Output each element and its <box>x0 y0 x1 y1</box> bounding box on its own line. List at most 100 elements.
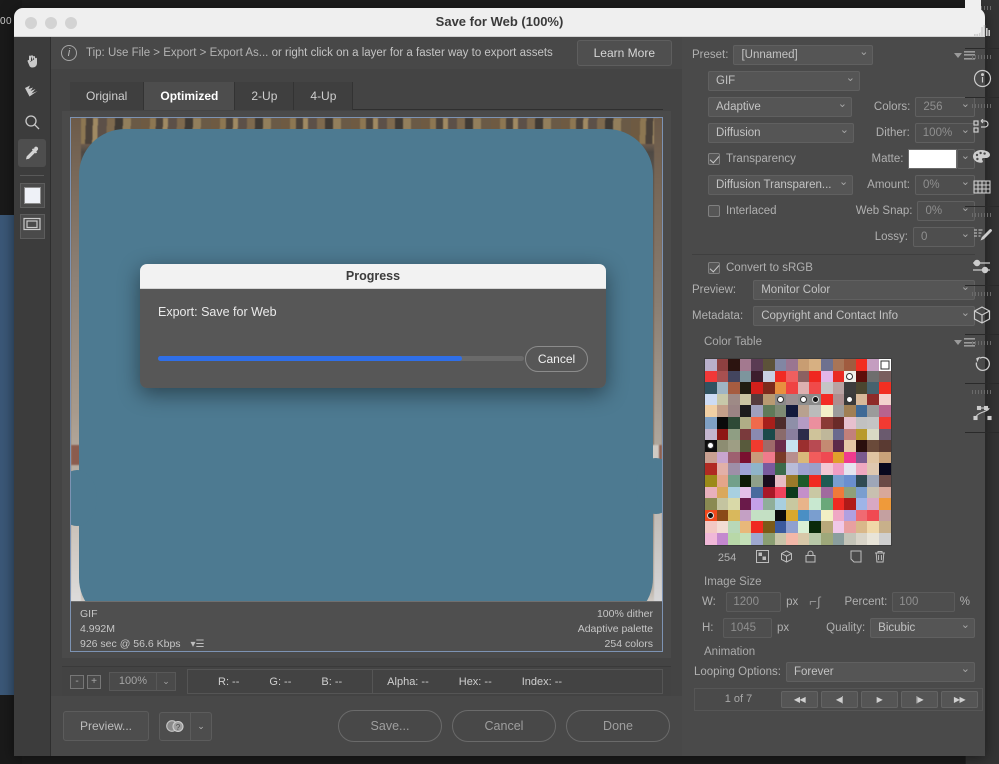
color-swatch[interactable] <box>751 498 763 510</box>
color-swatch[interactable] <box>751 486 763 499</box>
zoom-in-button[interactable]: + <box>87 674 101 689</box>
color-swatch[interactable] <box>705 521 717 533</box>
color-swatch[interactable] <box>809 382 821 394</box>
color-swatch[interactable] <box>855 416 868 429</box>
color-swatch[interactable] <box>751 370 763 383</box>
color-swatch[interactable] <box>705 370 717 383</box>
color-swatch[interactable] <box>844 486 856 499</box>
color-swatch[interactable] <box>867 359 879 371</box>
color-swatch[interactable] <box>809 440 821 452</box>
color-swatch[interactable] <box>774 509 787 522</box>
learn-more-button[interactable]: Learn More <box>576 40 672 66</box>
file-format-select[interactable]: GIF <box>708 71 860 91</box>
rail-grip[interactable] <box>972 213 992 217</box>
color-swatch[interactable] <box>705 416 717 429</box>
color-swatch[interactable] <box>820 428 833 441</box>
color-swatch[interactable] <box>855 463 868 475</box>
color-swatch[interactable] <box>844 416 856 429</box>
color-swatch[interactable] <box>786 509 798 522</box>
browser-preview-group[interactable]: ? ⌄ <box>159 711 213 741</box>
color-swatch[interactable] <box>786 405 798 417</box>
color-swatch[interactable] <box>739 405 752 417</box>
color-swatch[interactable] <box>762 498 775 510</box>
color-swatch[interactable] <box>762 416 775 429</box>
chain-link-icon[interactable]: ⌐∫ <box>809 594 820 609</box>
color-swatch[interactable] <box>716 405 729 417</box>
color-swatch[interactable] <box>809 428 821 441</box>
color-swatch[interactable] <box>844 451 856 464</box>
color-swatch[interactable] <box>762 393 775 406</box>
color-swatch[interactable] <box>751 451 763 464</box>
color-swatch[interactable] <box>762 532 775 545</box>
color-swatch[interactable] <box>855 498 868 510</box>
color-reduction-select[interactable]: Adaptive <box>708 97 852 117</box>
color-swatch[interactable] <box>855 486 868 499</box>
transparency-dither-select[interactable]: Diffusion Transparen... <box>708 175 854 195</box>
color-swatch[interactable] <box>739 532 752 545</box>
color-swatch[interactable] <box>786 498 798 510</box>
color-swatch[interactable] <box>878 486 891 499</box>
color-swatch[interactable] <box>705 405 717 417</box>
color-swatch[interactable] <box>820 359 833 371</box>
color-swatch[interactable] <box>820 393 833 406</box>
color-swatch[interactable] <box>820 498 833 510</box>
color-swatch[interactable] <box>797 405 810 417</box>
color-swatch[interactable] <box>786 463 798 475</box>
color-swatch[interactable] <box>728 440 740 452</box>
color-swatch[interactable] <box>844 532 856 545</box>
color-swatch[interactable] <box>716 532 729 545</box>
color-swatch[interactable] <box>797 463 810 475</box>
color-swatch[interactable] <box>774 474 787 487</box>
color-swatch[interactable] <box>762 474 775 487</box>
color-swatch[interactable] <box>878 498 891 510</box>
tab-4up[interactable]: 4-Up <box>294 82 354 110</box>
color-swatch[interactable] <box>878 463 891 475</box>
color-swatch[interactable] <box>820 382 833 394</box>
dither-algorithm-select[interactable]: Diffusion <box>708 123 854 143</box>
color-swatch[interactable] <box>762 486 775 499</box>
color-swatch[interactable] <box>820 486 833 499</box>
color-swatch[interactable] <box>809 509 821 522</box>
color-swatch[interactable] <box>867 451 879 464</box>
color-swatch[interactable] <box>832 370 845 383</box>
color-swatch[interactable] <box>739 382 752 394</box>
transparency-checkbox[interactable]: Transparency <box>708 153 866 165</box>
color-swatch[interactable] <box>705 451 717 464</box>
color-swatch[interactable] <box>878 428 891 441</box>
color-swatch[interactable] <box>751 463 763 475</box>
color-swatch[interactable] <box>762 359 775 371</box>
color-swatch[interactable] <box>809 498 821 510</box>
save-button[interactable]: Save... <box>338 710 442 742</box>
rail-grip[interactable] <box>972 341 992 345</box>
color-swatch[interactable] <box>867 405 879 417</box>
color-swatch[interactable] <box>820 370 833 383</box>
color-swatch[interactable] <box>716 509 729 522</box>
color-swatch[interactable] <box>774 370 787 383</box>
color-swatch[interactable] <box>728 521 740 533</box>
color-table-grid[interactable] <box>704 358 892 546</box>
color-swatch[interactable] <box>728 382 740 394</box>
color-swatch[interactable] <box>705 382 717 394</box>
color-swatch[interactable] <box>878 393 891 406</box>
color-swatch[interactable] <box>762 405 775 417</box>
color-swatch[interactable] <box>716 440 729 452</box>
color-swatch[interactable] <box>739 509 752 522</box>
color-swatch[interactable] <box>844 370 856 383</box>
color-swatch[interactable] <box>774 486 787 499</box>
preview-button[interactable]: Preview... <box>63 711 150 741</box>
color-swatch[interactable] <box>855 382 868 394</box>
rail-grip[interactable] <box>972 104 992 108</box>
adjustments-brush-icon[interactable] <box>965 221 999 251</box>
color-swatch[interactable] <box>844 521 856 533</box>
transparency-icon[interactable] <box>750 549 774 566</box>
color-swatch[interactable] <box>867 382 879 394</box>
color-swatch[interactable] <box>867 486 879 499</box>
tab-2up[interactable]: 2-Up <box>235 82 295 110</box>
color-swatch[interactable] <box>797 451 810 464</box>
color-swatch[interactable] <box>739 498 752 510</box>
color-swatch[interactable] <box>855 370 868 383</box>
cancel-button[interactable]: Cancel <box>452 710 556 742</box>
color-swatch[interactable] <box>820 405 833 417</box>
color-swatch[interactable] <box>728 463 740 475</box>
color-swatch[interactable] <box>809 416 821 429</box>
